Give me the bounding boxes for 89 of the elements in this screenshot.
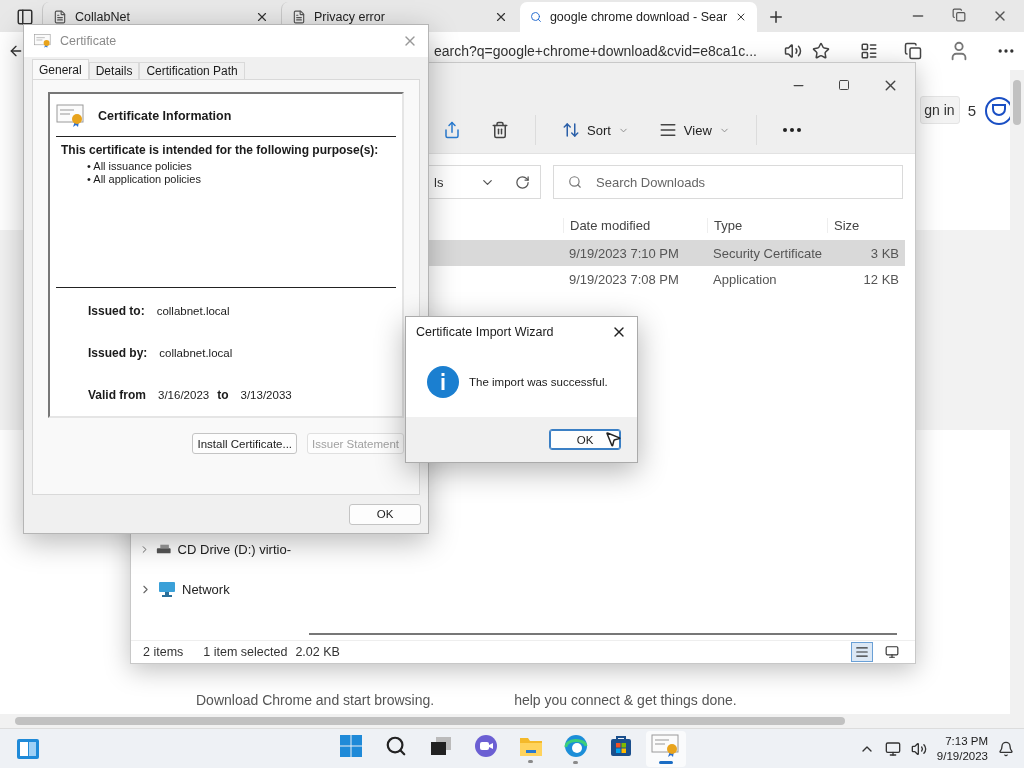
column-header[interactable]: Size (827, 217, 905, 233)
network-icon[interactable] (884, 741, 901, 757)
policy-item: • All application policies (86, 173, 202, 186)
nav-label: CD Drive (D:) virtio- (177, 541, 291, 557)
trophy-icon[interactable] (984, 96, 1010, 126)
item-count: 2 items (143, 645, 184, 659)
drive-icon (156, 543, 172, 555)
field-label: Valid from (88, 388, 146, 402)
sort-icon (562, 121, 580, 139)
lines-icon (658, 121, 677, 139)
ok-button[interactable]: OK (349, 503, 421, 525)
sort-button[interactable]: Sort (558, 117, 633, 143)
selection-info: 1 item selected (203, 645, 288, 659)
browser-tab[interactable]: google chrome download - Sear (520, 2, 757, 32)
field-label: to (217, 388, 229, 402)
field-label: Issued to: (88, 304, 145, 318)
purpose-text: This certificate is intended for the following purpose(s): (60, 142, 380, 159)
tab-title: CollabNet (75, 10, 130, 24)
search-field[interactable]: Search Downloads (553, 165, 903, 199)
ok-button[interactable]: OK (549, 429, 621, 450)
clock[interactable]: 7:13 PM 9/19/2023 (936, 734, 988, 764)
folder-icon[interactable] (518, 735, 543, 757)
page-text: Download Chrome and start browsing. (196, 692, 435, 708)
more-icon (782, 128, 801, 132)
selection-size: 2.02 KB (295, 645, 340, 659)
column-header[interactable]: Date modified (563, 217, 707, 233)
dialog-title: Certificate Import Wizard (416, 325, 554, 339)
notification-icon[interactable] (998, 741, 1014, 757)
trash-icon (491, 121, 509, 139)
page-icon (292, 10, 306, 24)
close-icon[interactable] (255, 10, 269, 24)
restore-icon[interactable] (952, 8, 966, 22)
network-icon (158, 581, 176, 597)
read-aloud-icon[interactable] (784, 42, 802, 60)
sidebar-icon[interactable] (16, 8, 34, 26)
edge-icon[interactable] (563, 734, 588, 758)
favorite-icon[interactable] (812, 42, 830, 60)
refresh-icon[interactable] (515, 174, 530, 190)
page-icon (53, 10, 67, 24)
certificate-icon (34, 33, 52, 49)
certificate-icon (56, 104, 86, 128)
new-tab-icon[interactable] (767, 8, 785, 26)
nav-item[interactable]: Network (131, 569, 291, 609)
field-label: Issued by: (88, 346, 148, 360)
dialog-tab[interactable]: Details (88, 62, 140, 79)
search-icon[interactable] (384, 735, 407, 757)
search-icon (568, 175, 582, 189)
windows-logo-icon (338, 734, 363, 758)
table-cell-text: 12 KB (862, 271, 900, 287)
page-text: help you connect & get things done. (514, 692, 737, 708)
tab-title: google chrome download - Sear (549, 10, 728, 24)
scrollbar[interactable] (0, 714, 1024, 728)
field-value: 3/13/2033 (240, 389, 292, 401)
view-button[interactable]: View (654, 117, 734, 143)
cursor-icon (604, 430, 622, 448)
info-icon (427, 366, 459, 398)
tab-title: Privacy error (314, 10, 385, 24)
dialog-title: Certificate (60, 34, 117, 48)
policy-item: • All issuance policies (86, 160, 193, 173)
column-header[interactable]: Type (707, 217, 827, 233)
table-cell-text: 9/19/2023 7:10 PM (568, 245, 680, 261)
sign-in-button[interactable]: gn in (920, 96, 960, 124)
task-view-icon[interactable] (429, 736, 452, 756)
share-icon (443, 121, 461, 139)
table-cell-text: 3 KB (869, 245, 900, 261)
table-cell-text: 9/19/2023 7:08 PM (568, 271, 680, 287)
dialog-tab[interactable]: Certification Path (139, 62, 245, 79)
back-icon[interactable] (8, 43, 24, 59)
field-value: 3/16/2023 (158, 389, 210, 401)
search-icon (530, 10, 542, 24)
favorites-icon[interactable] (860, 42, 878, 60)
table-cell-text: Security Certificate (712, 245, 824, 261)
install-certificate-button[interactable]: Install Certificate... (192, 433, 298, 454)
table-cell-text: Application (712, 271, 778, 287)
scrollbar[interactable] (1010, 70, 1024, 714)
collections-icon[interactable] (904, 42, 922, 60)
chat-icon[interactable] (473, 734, 498, 758)
close-icon[interactable] (494, 10, 508, 24)
field-value: collabnet.local (156, 305, 230, 317)
dialog-tab[interactable]: General (32, 59, 89, 79)
info-heading: Certificate Information (98, 109, 232, 123)
volume-icon[interactable] (910, 741, 927, 757)
message-text: The import was successful. (469, 376, 608, 388)
widgets-icon[interactable] (16, 738, 40, 760)
maximize-icon[interactable] (838, 79, 850, 91)
points-count: 5 (967, 101, 976, 119)
nav-label: Network (182, 581, 230, 597)
field-value: collabnet.local (159, 347, 233, 359)
store-icon[interactable] (608, 734, 633, 758)
